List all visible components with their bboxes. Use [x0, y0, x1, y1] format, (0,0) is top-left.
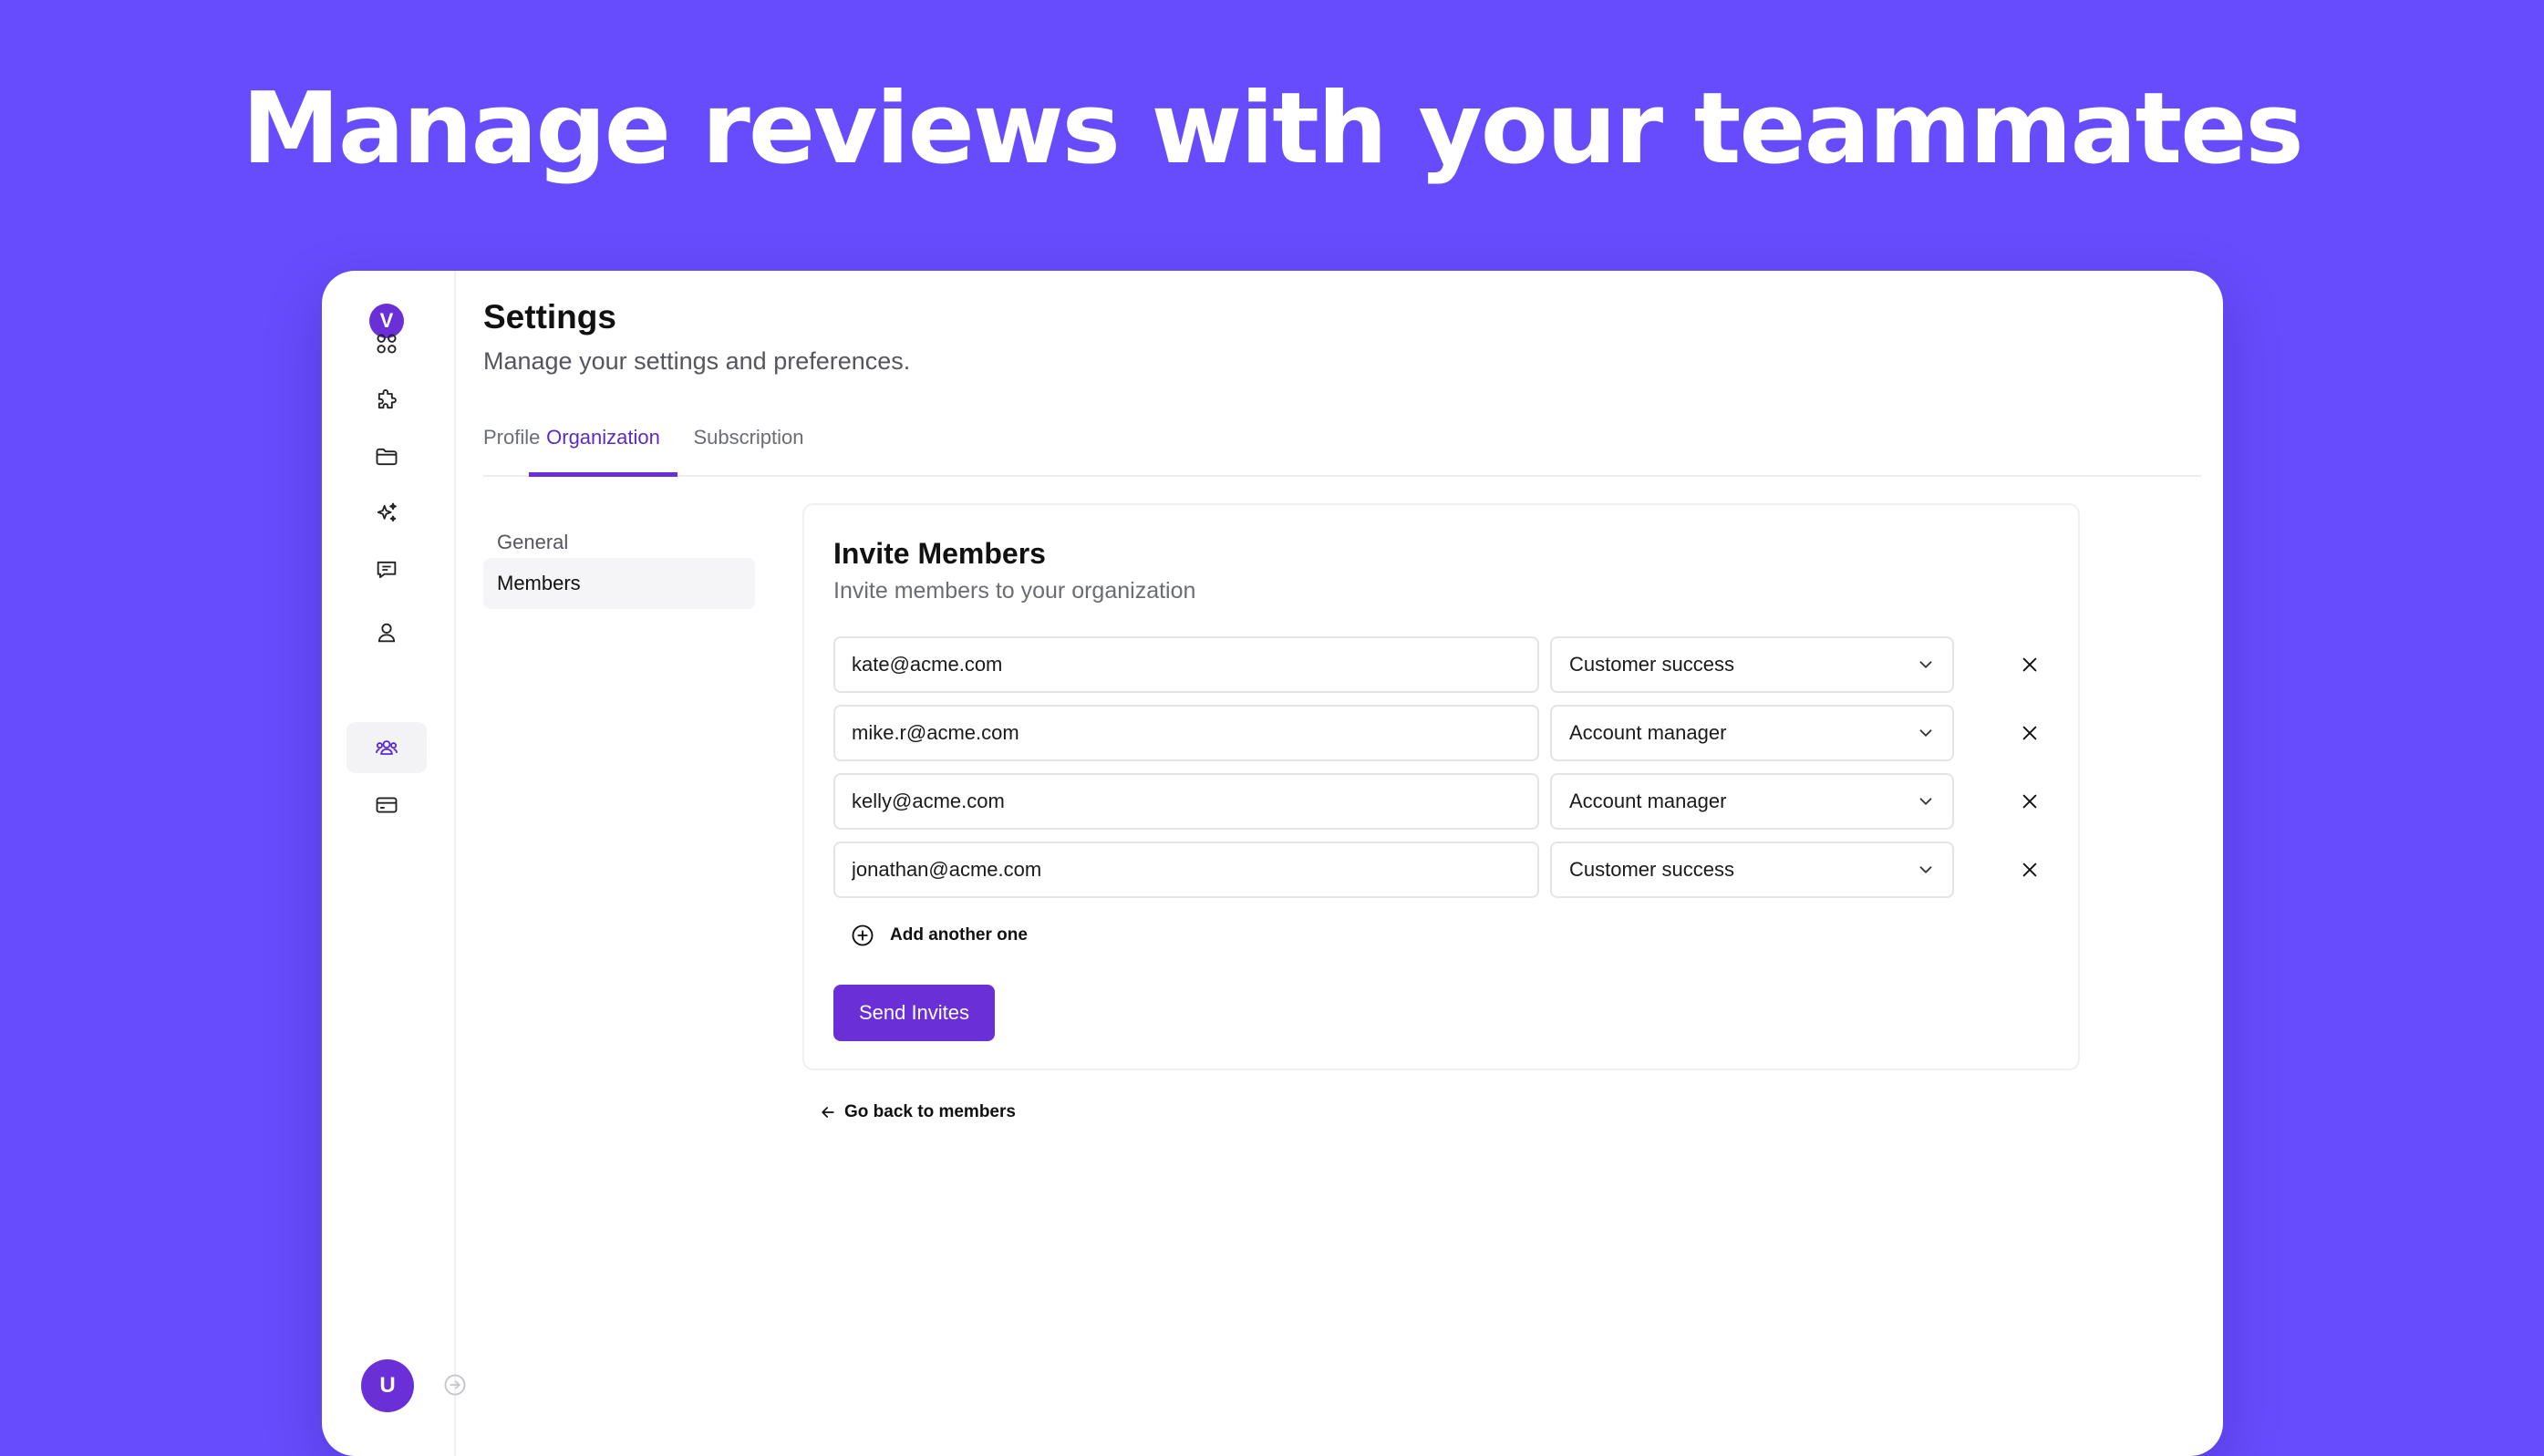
role-select-value: Account manager [1569, 790, 1727, 812]
invite-row: Customer success [833, 842, 2064, 898]
go-back-label: Go back to members [844, 1102, 1016, 1121]
invite-row: Customer success [833, 636, 2064, 693]
sidebar: V U [322, 271, 456, 1456]
go-back-link[interactable]: Go back to members [819, 1102, 1016, 1122]
chevron-down-icon [1919, 729, 1932, 737]
credit-card-icon [376, 797, 398, 813]
role-select[interactable]: Customer success [1550, 636, 1954, 693]
remove-row-button[interactable] [2015, 787, 2044, 816]
send-invites-button[interactable]: Send Invites [833, 985, 995, 1041]
tab-profile[interactable]: Profile [483, 417, 540, 477]
role-select-value: Account manager [1569, 721, 1727, 744]
email-field[interactable] [833, 636, 1539, 693]
invite-subtitle: Invite members to your organization [833, 578, 1196, 604]
puzzle-icon [377, 389, 397, 409]
sparkles-icon [377, 502, 397, 522]
sidebar-item-files[interactable] [346, 431, 427, 482]
sidebar-item-billing[interactable] [346, 780, 427, 831]
chevron-down-icon [1919, 661, 1932, 668]
tab-organization[interactable]: Organization [529, 417, 677, 477]
tab-subscription[interactable]: Subscription [684, 417, 813, 477]
sidebar-item-reviews[interactable] [346, 544, 427, 595]
sidebar-item-dashboard[interactable] [346, 318, 427, 369]
sidebar-item-ai[interactable] [346, 488, 427, 539]
role-select[interactable]: Account manager [1550, 705, 1954, 761]
email-field[interactable] [833, 842, 1539, 898]
subnav-members[interactable]: Members [483, 558, 755, 609]
role-select[interactable]: Customer success [1550, 842, 1954, 898]
settings-tabs: Profile Organization Subscription [483, 417, 2201, 477]
page-subtitle: Manage your settings and preferences. [483, 347, 911, 375]
invite-members-card: Invite Members Invite members to your or… [802, 503, 2080, 1070]
role-select-value: Customer success [1569, 653, 1734, 676]
sidebar-item-profile[interactable] [346, 607, 427, 658]
hero-headline: Manage reviews with your teammates [242, 72, 2303, 186]
email-field[interactable] [833, 705, 1539, 761]
user-avatar[interactable]: U [361, 1359, 414, 1412]
invite-row: Account manager [833, 705, 2064, 761]
add-another-label: Add another one [890, 925, 1028, 945]
invite-row: Account manager [833, 773, 2064, 830]
sidebar-item-integrations[interactable] [346, 375, 427, 426]
role-select-value: Customer success [1569, 858, 1734, 881]
page-title: Settings [483, 298, 616, 336]
message-icon [377, 561, 397, 579]
app-window: V U Settings Manage your settings and pr… [322, 271, 2223, 1456]
grid-icon [377, 334, 397, 354]
chevron-down-icon [1919, 798, 1932, 805]
folder-icon [376, 448, 398, 466]
close-icon [2022, 657, 2037, 672]
add-another-button[interactable]: Add another one [850, 922, 1028, 949]
team-icon [375, 740, 398, 755]
chevron-down-icon [1919, 866, 1932, 873]
sidebar-item-team[interactable] [346, 722, 427, 773]
remove-row-button[interactable] [2015, 855, 2044, 884]
close-icon [2022, 794, 2037, 809]
collapse-sidebar-icon[interactable] [442, 1372, 468, 1398]
plus-circle-icon [852, 924, 874, 946]
main-content: Settings Manage your settings and prefer… [483, 271, 2223, 1456]
close-icon [2022, 862, 2037, 877]
email-field[interactable] [833, 773, 1539, 830]
close-icon [2022, 726, 2037, 740]
remove-row-button[interactable] [2015, 718, 2044, 748]
user-icon [377, 623, 396, 643]
arrow-left-icon [822, 1107, 834, 1118]
role-select[interactable]: Account manager [1550, 773, 1954, 830]
remove-row-button[interactable] [2015, 650, 2044, 679]
invite-title: Invite Members [833, 537, 1046, 570]
